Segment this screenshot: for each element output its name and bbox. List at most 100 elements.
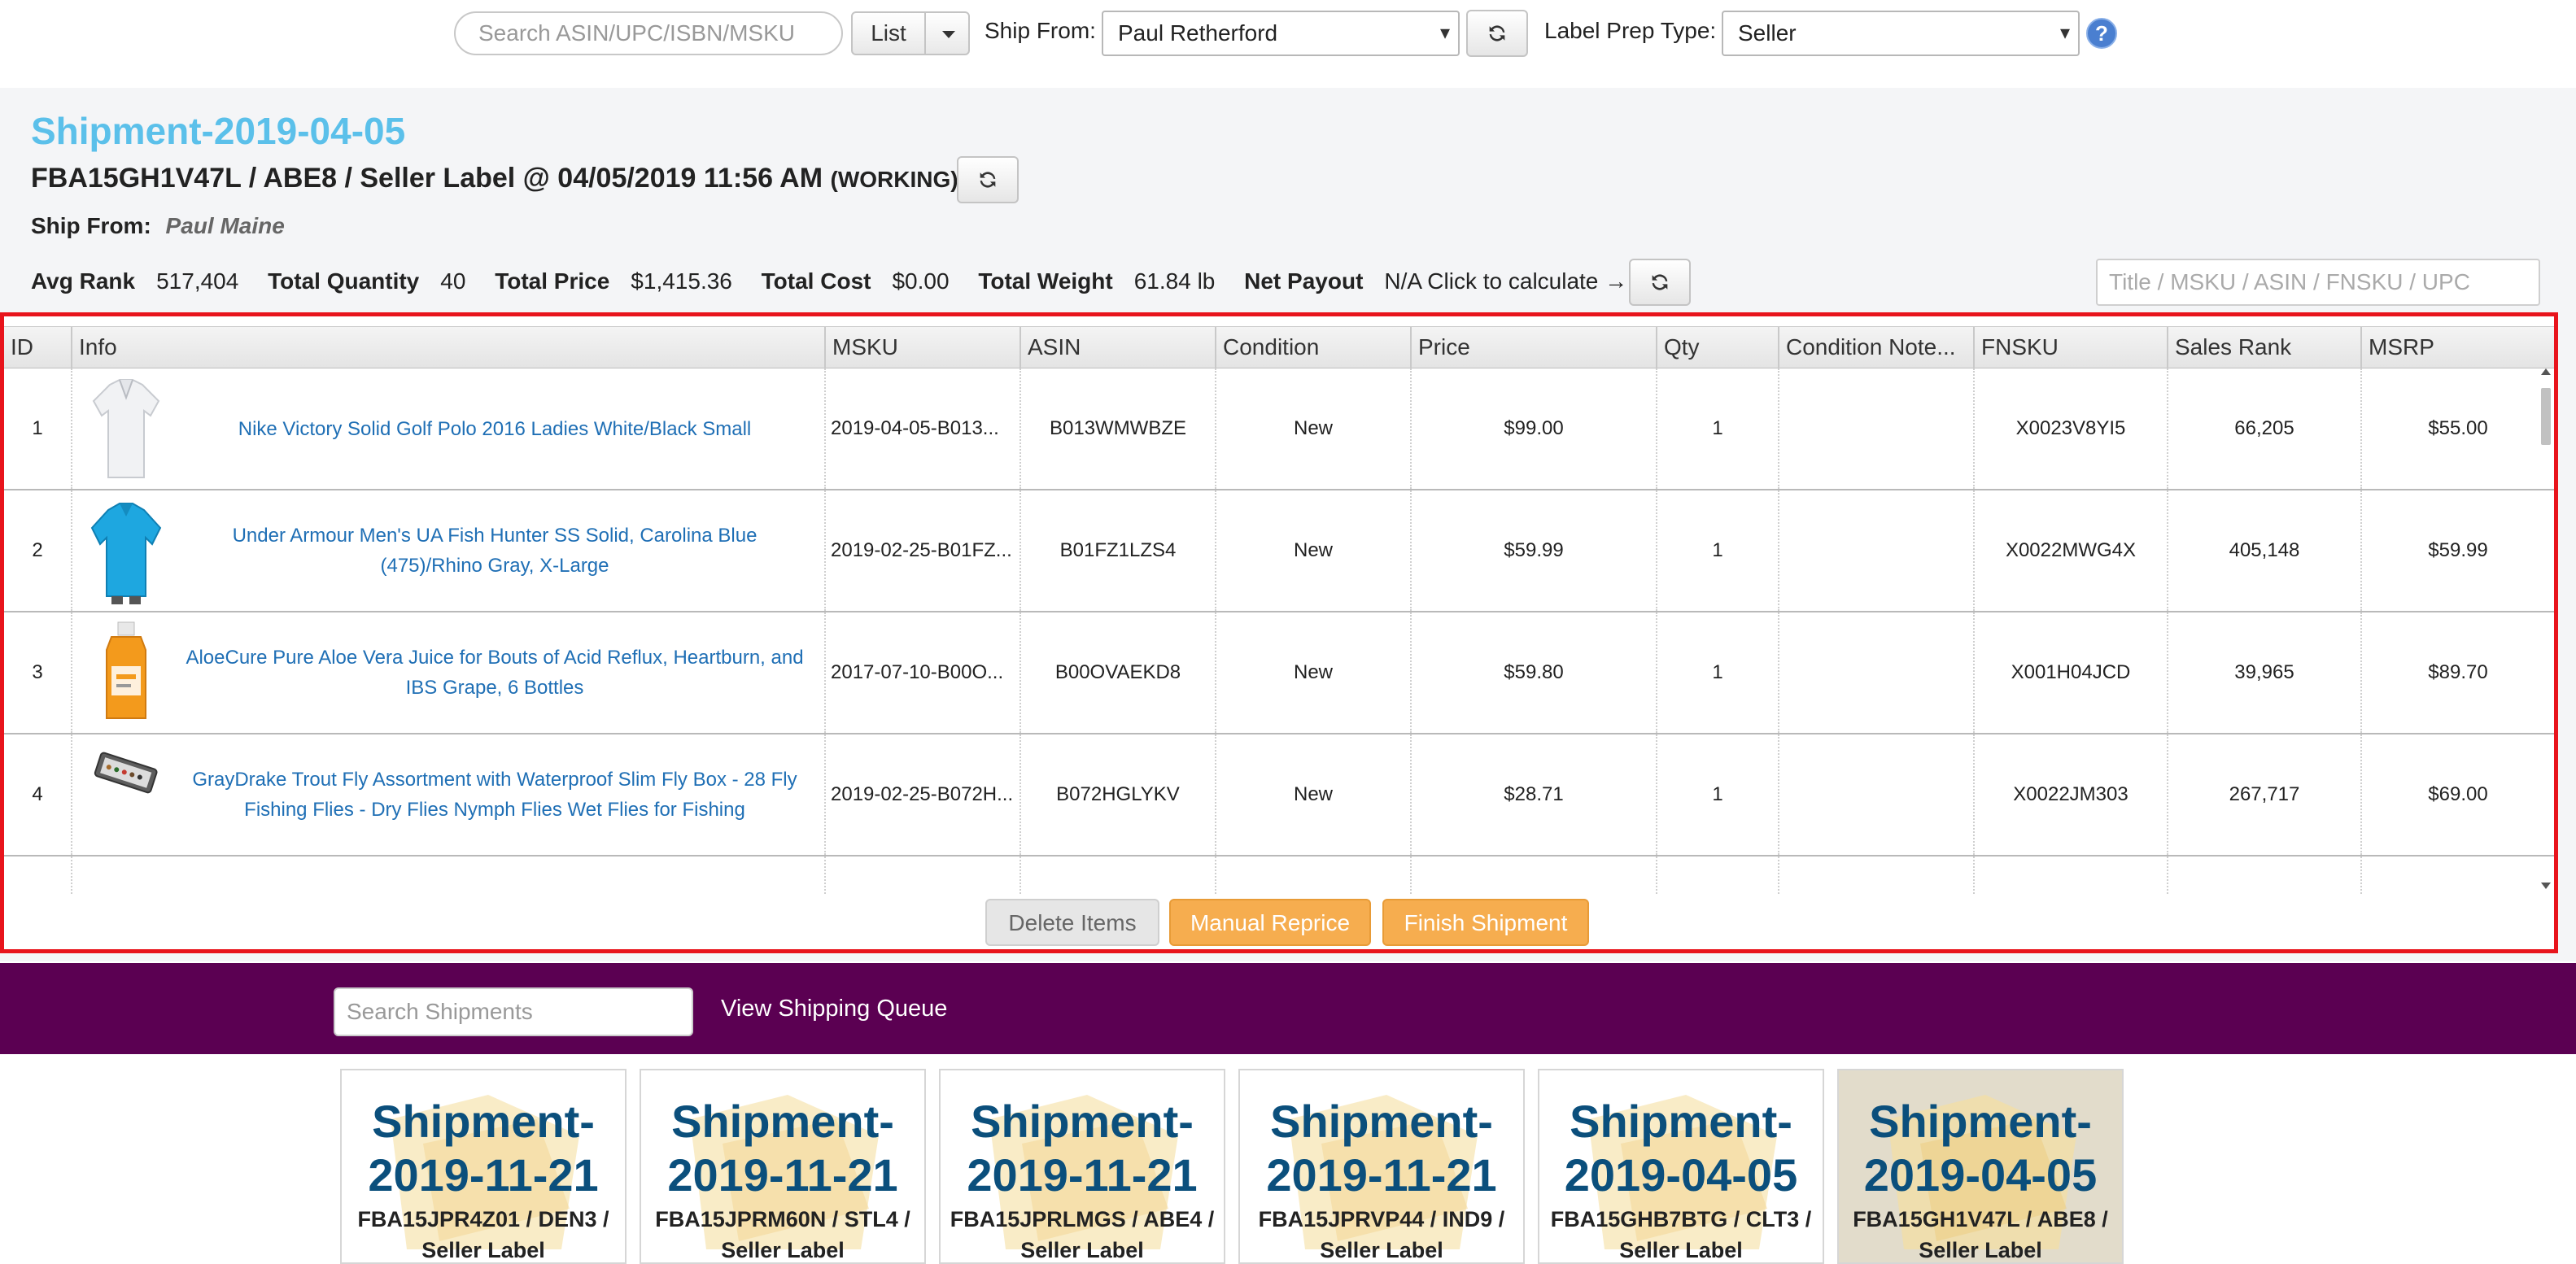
shipment-card[interactable]: Shipment-2019-11-21 FBA15JPR4Z01 / DEN3 …	[340, 1069, 627, 1264]
table-row[interactable]: 1 Nike Victory Solid Golf Polo 2016 Ladi…	[4, 368, 2554, 490]
table-row[interactable]	[4, 856, 2554, 894]
cell-sales-rank: 267,717	[2168, 734, 2362, 855]
column-header-info[interactable]: Info	[72, 327, 826, 369]
refresh-shipment-button[interactable]	[957, 156, 1019, 203]
product-title-link[interactable]: AloeCure Pure Aloe Vera Juice for Bouts …	[165, 643, 824, 703]
card-title: Shipment-2019-11-21	[1240, 1095, 1523, 1202]
cell-qty[interactable]: 1	[1657, 368, 1779, 489]
shipment-status: (WORKING)	[830, 167, 958, 192]
column-header-condition[interactable]: Condition	[1216, 327, 1412, 369]
table-row[interactable]: 2 Under Armour Men's UA Fish Hunter SS S…	[4, 490, 2554, 612]
card-subtitle: FBA15JPR4Z01 / DEN3 /	[357, 1207, 609, 1231]
cell-condition-note[interactable]	[1779, 612, 1975, 733]
product-title-link[interactable]: Under Armour Men's UA Fish Hunter SS Sol…	[165, 521, 824, 581]
shipment-card[interactable]: Shipment-2019-11-21 FBA15JPRVP44 / IND9 …	[1238, 1069, 1525, 1264]
card-subtitle: FBA15GH1V47L / ABE8 /	[1853, 1207, 2108, 1231]
product-title-link[interactable]: GrayDrake Trout Fly Assortment with Wate…	[165, 765, 824, 825]
scroll-thumb[interactable]	[2541, 388, 2551, 445]
cell-condition-note	[1779, 856, 1975, 894]
net-payout-calculate-link[interactable]: N/A Click to calculate →	[1384, 268, 1627, 294]
help-icon[interactable]: ?	[2086, 18, 2117, 49]
finish-shipment-button[interactable]: Finish Shipment	[1382, 899, 1589, 946]
column-header-condition-note[interactable]: Condition Note...	[1779, 327, 1975, 369]
blue-shirt-icon	[87, 495, 165, 606]
cell-asin: B013WMWBZE	[1021, 368, 1216, 489]
manual-reprice-button[interactable]: Manual Reprice	[1169, 899, 1371, 946]
column-header-sales-rank[interactable]: Sales Rank	[2168, 327, 2362, 369]
column-header-price[interactable]: Price	[1412, 327, 1657, 369]
cell-condition[interactable]: New	[1216, 368, 1412, 489]
card-title: Shipment-2019-11-21	[641, 1095, 924, 1202]
cell-msku: 2019-02-25-B072H...	[826, 734, 1021, 855]
list-dropdown-caret[interactable]	[924, 11, 970, 55]
cell-msku: 2017-07-10-B00O...	[826, 612, 1021, 733]
item-filter-input[interactable]: Title / MSKU / ASIN / FNSKU / UPC	[2096, 259, 2540, 306]
cell-fnsku	[1975, 856, 2168, 894]
card-label-type: Seller Label	[721, 1238, 845, 1262]
shipment-card[interactable]: Shipment-2019-11-21 FBA15JPRLMGS / ABE4 …	[939, 1069, 1225, 1264]
shipment-ship-from: Ship From: Paul Maine	[31, 213, 285, 239]
delete-items-button[interactable]: Delete Items	[985, 899, 1159, 946]
cell-msku: 2019-04-05-B013...	[826, 368, 1021, 489]
cell-asin	[1021, 856, 1216, 894]
column-header-msku[interactable]: MSKU	[826, 327, 1021, 369]
scroll-up-arrow-icon[interactable]	[2541, 368, 2551, 375]
cell-fnsku: X0022JM303	[1975, 734, 2168, 855]
top-toolbar: Search ASIN/UPC/ISBN/MSKU List Ship From…	[0, 0, 2576, 88]
stat-label: Total Weight	[978, 268, 1113, 294]
card-subtitle: FBA15JPRLMGS / ABE4 /	[950, 1207, 1215, 1231]
cell-qty[interactable]: 1	[1657, 612, 1779, 733]
scroll-down-arrow-icon[interactable]	[2541, 883, 2551, 889]
grid-actions: Delete Items Manual Reprice Finish Shipm…	[4, 897, 2554, 949]
table-row[interactable]: 4 GrayDrake Trout Fly Assortment with Wa…	[4, 734, 2554, 856]
column-header-msrp[interactable]: MSRP	[2362, 327, 2554, 369]
shipment-card[interactable]: Shipment-2019-04-05 FBA15GHB7BTG / CLT3 …	[1538, 1069, 1824, 1264]
cell-info	[72, 856, 826, 894]
column-header-qty[interactable]: Qty	[1657, 327, 1779, 369]
table-row[interactable]: 3 AloeCure Pure Aloe Vera Juice for Bout…	[4, 612, 2554, 734]
card-label-type: Seller Label	[1919, 1238, 2042, 1262]
product-title-link[interactable]: Nike Victory Solid Golf Polo 2016 Ladies…	[165, 414, 824, 444]
cell-price[interactable]: $28.71	[1412, 734, 1657, 855]
card-label-type: Seller Label	[421, 1238, 545, 1262]
column-header-id[interactable]: ID	[4, 327, 72, 369]
shipment-card[interactable]: Shipment-2019-11-21 FBA15JPRM60N / STL4 …	[640, 1069, 926, 1264]
grid-scrollbar[interactable]	[2539, 368, 2551, 889]
stat-total-quantity: 40	[440, 268, 466, 294]
stat-total-price: $1,415.36	[631, 268, 732, 294]
shipment-card-active[interactable]: Shipment-2019-04-05 FBA15GH1V47L / ABE8 …	[1837, 1069, 2124, 1264]
cell-price[interactable]: $59.99	[1412, 490, 1657, 611]
cell-condition-note[interactable]	[1779, 368, 1975, 489]
column-header-asin[interactable]: ASIN	[1021, 327, 1216, 369]
card-title: Shipment-2019-04-05	[1839, 1095, 2122, 1202]
view-shipping-queue-link[interactable]: View Shipping Queue	[721, 996, 947, 1022]
ship-from-select[interactable]: Paul Retherford	[1102, 11, 1460, 56]
list-button[interactable]: List	[851, 11, 926, 55]
cell-msrp	[2362, 856, 2554, 894]
card-subtitle: FBA15JPRM60N / STL4 /	[655, 1207, 910, 1231]
column-header-fnsku[interactable]: FNSKU	[1975, 327, 2168, 369]
card-title-text: Shipment-2019-11-21	[1266, 1096, 1497, 1201]
cell-condition-note[interactable]	[1779, 734, 1975, 855]
cell-qty[interactable]: 1	[1657, 490, 1779, 611]
cell-condition[interactable]: New	[1216, 612, 1412, 733]
cell-sales-rank: 405,148	[2168, 490, 2362, 611]
cell-price[interactable]: $99.00	[1412, 368, 1657, 489]
refresh-ship-from-button[interactable]	[1466, 10, 1528, 57]
search-shipments-input[interactable]: Search Shipments	[334, 987, 693, 1036]
cell-info: GrayDrake Trout Fly Assortment with Wate…	[72, 734, 826, 855]
cell-id: 1	[4, 368, 72, 489]
refresh-stats-button[interactable]	[1629, 259, 1691, 306]
cell-condition-note[interactable]	[1779, 490, 1975, 611]
cell-sales-rank: 66,205	[2168, 368, 2362, 489]
stat-total-weight: 61.84 lb	[1133, 268, 1216, 294]
cell-qty[interactable]: 1	[1657, 734, 1779, 855]
cell-condition[interactable]: New	[1216, 490, 1412, 611]
product-search-input[interactable]: Search ASIN/UPC/ISBN/MSKU	[454, 11, 843, 55]
cell-sales-rank	[2168, 856, 2362, 894]
shipment-subtitle: FBA15GH1V47L / ABE8 / Seller Label @ 04/…	[31, 163, 958, 194]
shipment-title: Shipment-2019-04-05	[31, 110, 406, 152]
cell-price[interactable]: $59.80	[1412, 612, 1657, 733]
label-prep-select[interactable]: Seller	[1722, 11, 2080, 56]
cell-condition[interactable]: New	[1216, 734, 1412, 855]
